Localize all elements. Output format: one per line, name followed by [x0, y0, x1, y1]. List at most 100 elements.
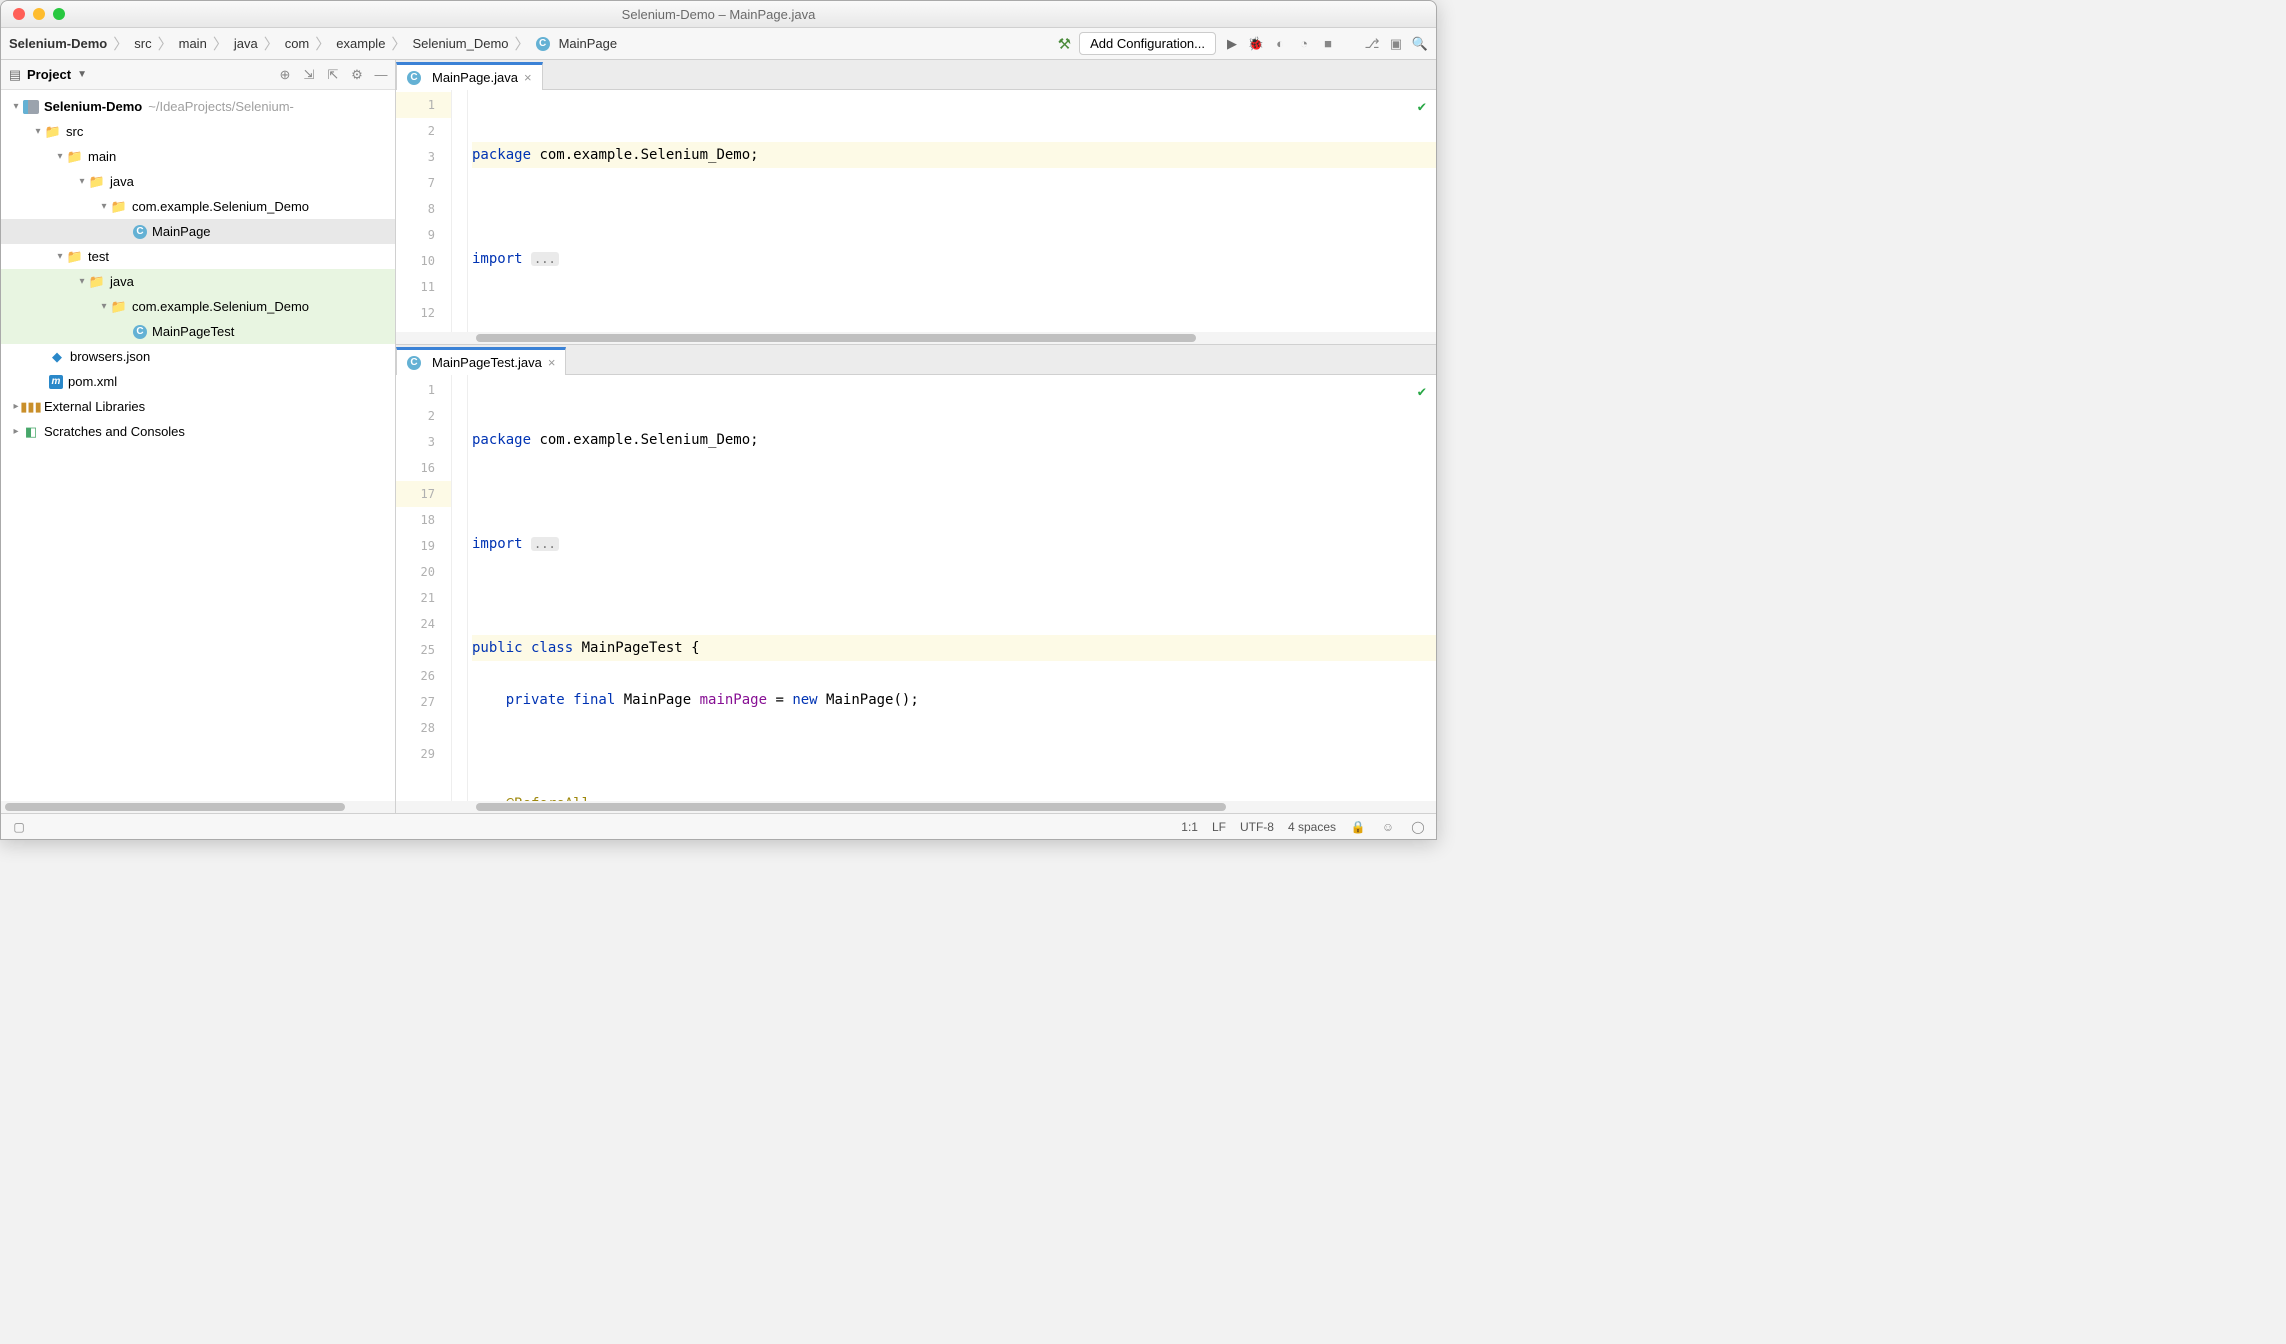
breadcrumb-item[interactable]: main — [179, 36, 207, 51]
code-editor[interactable]: ✔ package com.example.Selenium_Demo; imp… — [468, 375, 1436, 801]
tab-mainpage[interactable]: C MainPage.java × — [396, 62, 543, 90]
titlebar: Selenium-Demo – MainPage.java — [1, 1, 1436, 28]
inspection-icon[interactable]: ☺ — [1380, 819, 1396, 835]
tab-label: MainPage.java — [432, 70, 518, 85]
coverage-icon[interactable]: ◐ — [1272, 36, 1288, 52]
tree-label: External Libraries — [44, 399, 145, 414]
fold-column[interactable] — [452, 375, 468, 801]
tree-label: MainPage — [152, 224, 211, 239]
navbar: Selenium-Demo〉 src〉 main〉 java〉 com〉 exa… — [1, 28, 1436, 60]
encoding[interactable]: UTF-8 — [1240, 820, 1274, 834]
collapse-icon[interactable]: ⇱ — [325, 67, 341, 83]
sidebar-title[interactable]: Project — [27, 67, 71, 82]
tree-label: src — [66, 124, 83, 139]
tree-label: java — [110, 274, 134, 289]
editor-pane-top: C MainPage.java × 1 2 3 7 8 9 10 11 — [396, 60, 1436, 345]
library-icon: ▮▮▮ — [23, 399, 39, 415]
tree-item-mainpage[interactable]: C MainPage — [1, 219, 395, 244]
class-icon: C — [407, 356, 421, 370]
sidebar-hscrollbar[interactable] — [1, 801, 395, 813]
tree-item-test[interactable]: ▾📁 test — [1, 244, 395, 269]
tree-label: Scratches and Consoles — [44, 424, 185, 439]
breadcrumb-item[interactable]: src — [134, 36, 151, 51]
maximize-icon[interactable] — [53, 8, 65, 20]
debug-icon[interactable]: 🐞 — [1248, 36, 1264, 52]
indent[interactable]: 4 spaces — [1288, 820, 1336, 834]
project-tree[interactable]: ▾ Selenium-Demo ~/IdeaProjects/Selenium-… — [1, 90, 395, 801]
sidebar-header: ▤ Project ▼ ⊕ ⇲ ⇱ ⚙ — — [1, 60, 395, 90]
window-title: Selenium-Demo – MainPage.java — [622, 7, 816, 22]
build-icon[interactable]: ⚒ — [1058, 35, 1071, 53]
git-icon[interactable]: ⎇ — [1364, 36, 1380, 52]
tree-item-package[interactable]: ▾📁 com.example.Selenium_Demo — [1, 194, 395, 219]
search-icon[interactable]: 🔍 — [1412, 36, 1428, 52]
code-editor[interactable]: ✔ package com.example.Selenium_Demo; imp… — [468, 90, 1436, 332]
expand-icon[interactable]: ⇲ — [301, 67, 317, 83]
folder-icon: 📁 — [89, 174, 105, 190]
status-bar: ▢ 1:1 LF UTF-8 4 spaces 🔒 ☺ ◯ — [1, 813, 1436, 839]
gutter[interactable]: 1 2 3 16 17 18 19 20 21 24 25 26 27 28 — [396, 375, 452, 801]
tree-label: java — [110, 174, 134, 189]
breadcrumb-item[interactable]: java — [234, 36, 258, 51]
tree-item-test-package[interactable]: ▾📁 com.example.Selenium_Demo — [1, 294, 395, 319]
run-icon[interactable]: ▶ — [1224, 36, 1240, 52]
profile-icon[interactable]: ◔ — [1296, 36, 1312, 52]
lock-icon[interactable]: 🔒 — [1350, 819, 1366, 835]
stop-icon[interactable]: ■ — [1320, 36, 1336, 52]
folder-icon: 📁 — [67, 249, 83, 265]
class-icon: C — [133, 225, 147, 239]
project-view-icon[interactable]: ▤ — [7, 67, 23, 83]
tree-label: browsers.json — [70, 349, 150, 364]
maven-icon: m — [49, 375, 63, 389]
tree-label: test — [88, 249, 109, 264]
tree-label: Selenium-Demo — [44, 99, 142, 114]
locate-icon[interactable]: ⊕ — [277, 67, 293, 83]
cursor-position[interactable]: 1:1 — [1181, 820, 1198, 834]
tree-label: pom.xml — [68, 374, 117, 389]
tab-mainpagetest[interactable]: C MainPageTest.java × — [396, 347, 566, 375]
folder-icon: 📁 — [67, 149, 83, 165]
tree-item-main[interactable]: ▾📁 main — [1, 144, 395, 169]
close-tab-icon[interactable]: × — [548, 355, 556, 370]
minimize-icon[interactable] — [33, 8, 45, 20]
folder-icon: 📁 — [45, 124, 61, 140]
tree-label: com.example.Selenium_Demo — [132, 199, 309, 214]
structure-icon[interactable]: ▣ — [1388, 36, 1404, 52]
tree-item-pom[interactable]: m pom.xml — [1, 369, 395, 394]
tree-item-src[interactable]: ▾📁 src — [1, 119, 395, 144]
gear-icon[interactable]: ⚙ — [349, 67, 365, 83]
memory-icon[interactable]: ◯ — [1410, 819, 1426, 835]
tree-item-external-libs[interactable]: ▸▮▮▮ External Libraries — [1, 394, 395, 419]
chevron-down-icon[interactable]: ▼ — [77, 69, 87, 80]
tree-item-java[interactable]: ▾📁 java — [1, 169, 395, 194]
close-icon[interactable] — [13, 8, 25, 20]
json-icon: ◆ — [49, 349, 65, 365]
hide-icon[interactable]: — — [373, 67, 389, 83]
analysis-ok-icon[interactable]: ✔ — [1418, 379, 1426, 405]
gutter[interactable]: 1 2 3 7 8 9 10 11 12 13 — [396, 90, 452, 332]
editor-pane-bottom: C MainPageTest.java × 1 2 3 16 17 18 19 — [396, 345, 1436, 813]
breadcrumb-item[interactable]: Selenium-Demo — [9, 36, 107, 51]
tree-item-browsers[interactable]: ◆ browsers.json — [1, 344, 395, 369]
tab-bar: C MainPageTest.java × — [396, 345, 1436, 375]
breadcrumb-item[interactable]: example — [336, 36, 385, 51]
analysis-ok-icon[interactable]: ✔ — [1418, 94, 1426, 120]
fold-column[interactable] — [452, 90, 468, 332]
line-endings[interactable]: LF — [1212, 820, 1226, 834]
breadcrumbs: Selenium-Demo〉 src〉 main〉 java〉 com〉 exa… — [9, 33, 617, 54]
class-icon: C — [133, 325, 147, 339]
close-tab-icon[interactable]: × — [524, 70, 532, 85]
editor-hscrollbar[interactable] — [396, 332, 1436, 344]
breadcrumb-item[interactable]: com — [285, 36, 310, 51]
tab-label: MainPageTest.java — [432, 355, 542, 370]
tree-item-test-java[interactable]: ▾📁 java — [1, 269, 395, 294]
tree-item-scratches[interactable]: ▸◧ Scratches and Consoles — [1, 419, 395, 444]
run-config-select[interactable]: Add Configuration... — [1079, 32, 1216, 55]
breadcrumb-item[interactable]: MainPage — [559, 36, 618, 51]
project-sidebar: ▤ Project ▼ ⊕ ⇲ ⇱ ⚙ — ▾ Selenium-Demo ~/… — [1, 60, 396, 813]
editor-hscrollbar[interactable] — [396, 801, 1436, 813]
breadcrumb-item[interactable]: Selenium_Demo — [412, 36, 508, 51]
tool-window-icon[interactable]: ▢ — [11, 819, 27, 835]
tree-item-mainpagetest[interactable]: C MainPageTest — [1, 319, 395, 344]
tree-root[interactable]: ▾ Selenium-Demo ~/IdeaProjects/Selenium- — [1, 94, 395, 119]
